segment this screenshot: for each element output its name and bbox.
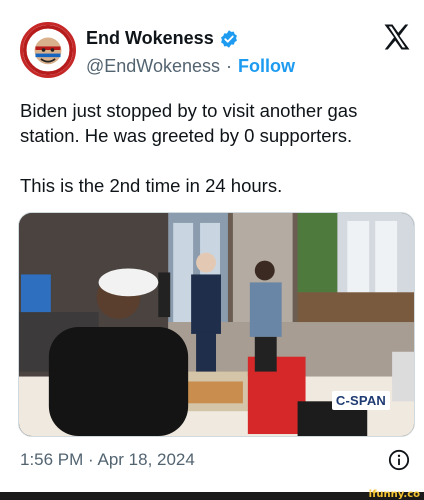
handle-row: @EndWokeness · Follow [86, 56, 295, 77]
handle-separator: · [226, 56, 233, 76]
ifunny-watermark: ifunny.co [368, 489, 420, 500]
tweet-media-video[interactable]: C-SPAN [18, 212, 415, 437]
tweet-text: Biden just stopped by to visit another g… [20, 98, 410, 223]
user-handle[interactable]: @EndWokeness [86, 56, 220, 77]
info-icon[interactable] [388, 449, 410, 471]
verified-badge-icon [220, 29, 237, 48]
cspan-watermark: C-SPAN [331, 391, 390, 410]
avatar-image [23, 25, 73, 75]
tweet-card: End Wokeness @EndWokeness · Follow Biden… [0, 0, 424, 500]
ifunny-bar [0, 492, 424, 500]
follow-button[interactable]: Follow [238, 56, 295, 77]
tweet-paragraph-1: Biden just stopped by to visit another g… [20, 100, 358, 146]
tweet-timestamp[interactable]: 1:56 PM · Apr 18, 2024 [20, 450, 195, 470]
tweet-paragraph-2: This is the 2nd time in 24 hours. [20, 175, 283, 196]
profile-avatar[interactable] [20, 22, 76, 78]
display-name[interactable]: End Wokeness [86, 28, 214, 49]
name-row: End Wokeness [86, 28, 239, 49]
x-logo-icon[interactable] [382, 22, 412, 52]
